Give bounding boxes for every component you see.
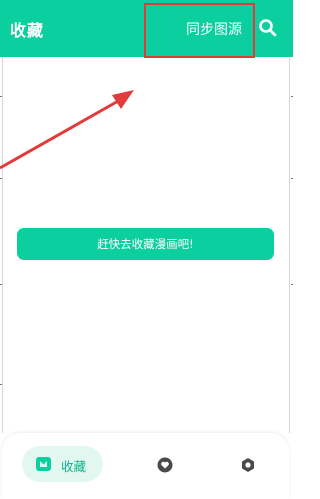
edge-tick xyxy=(0,384,2,385)
bottom-nav: 收藏 xyxy=(2,433,289,499)
heart-icon xyxy=(157,457,173,473)
edge-tick xyxy=(0,178,2,179)
edge-tick xyxy=(291,96,293,97)
bookmark-icon xyxy=(36,457,51,471)
search-icon xyxy=(259,19,277,37)
nav-item-label: 收藏 xyxy=(61,459,87,474)
page-title: 收藏 xyxy=(10,21,45,40)
left-edge xyxy=(0,57,3,433)
edge-tick xyxy=(291,284,293,285)
settings-icon xyxy=(242,458,254,472)
nav-item-settings[interactable] xyxy=(240,457,256,477)
go-collect-button[interactable]: 赶快去收藏漫画吧! xyxy=(17,228,274,260)
edge-tick xyxy=(0,96,2,97)
edge-tick xyxy=(291,178,293,179)
app-bar: 收藏 同步图源 xyxy=(0,0,293,57)
search-button[interactable] xyxy=(258,18,278,38)
nav-item-liked[interactable] xyxy=(157,457,173,477)
nav-item-favorites[interactable]: 收藏 xyxy=(22,446,103,482)
edge-tick xyxy=(0,284,2,285)
sync-sources-button[interactable]: 同步图源 xyxy=(186,19,242,39)
right-edge xyxy=(289,57,293,433)
